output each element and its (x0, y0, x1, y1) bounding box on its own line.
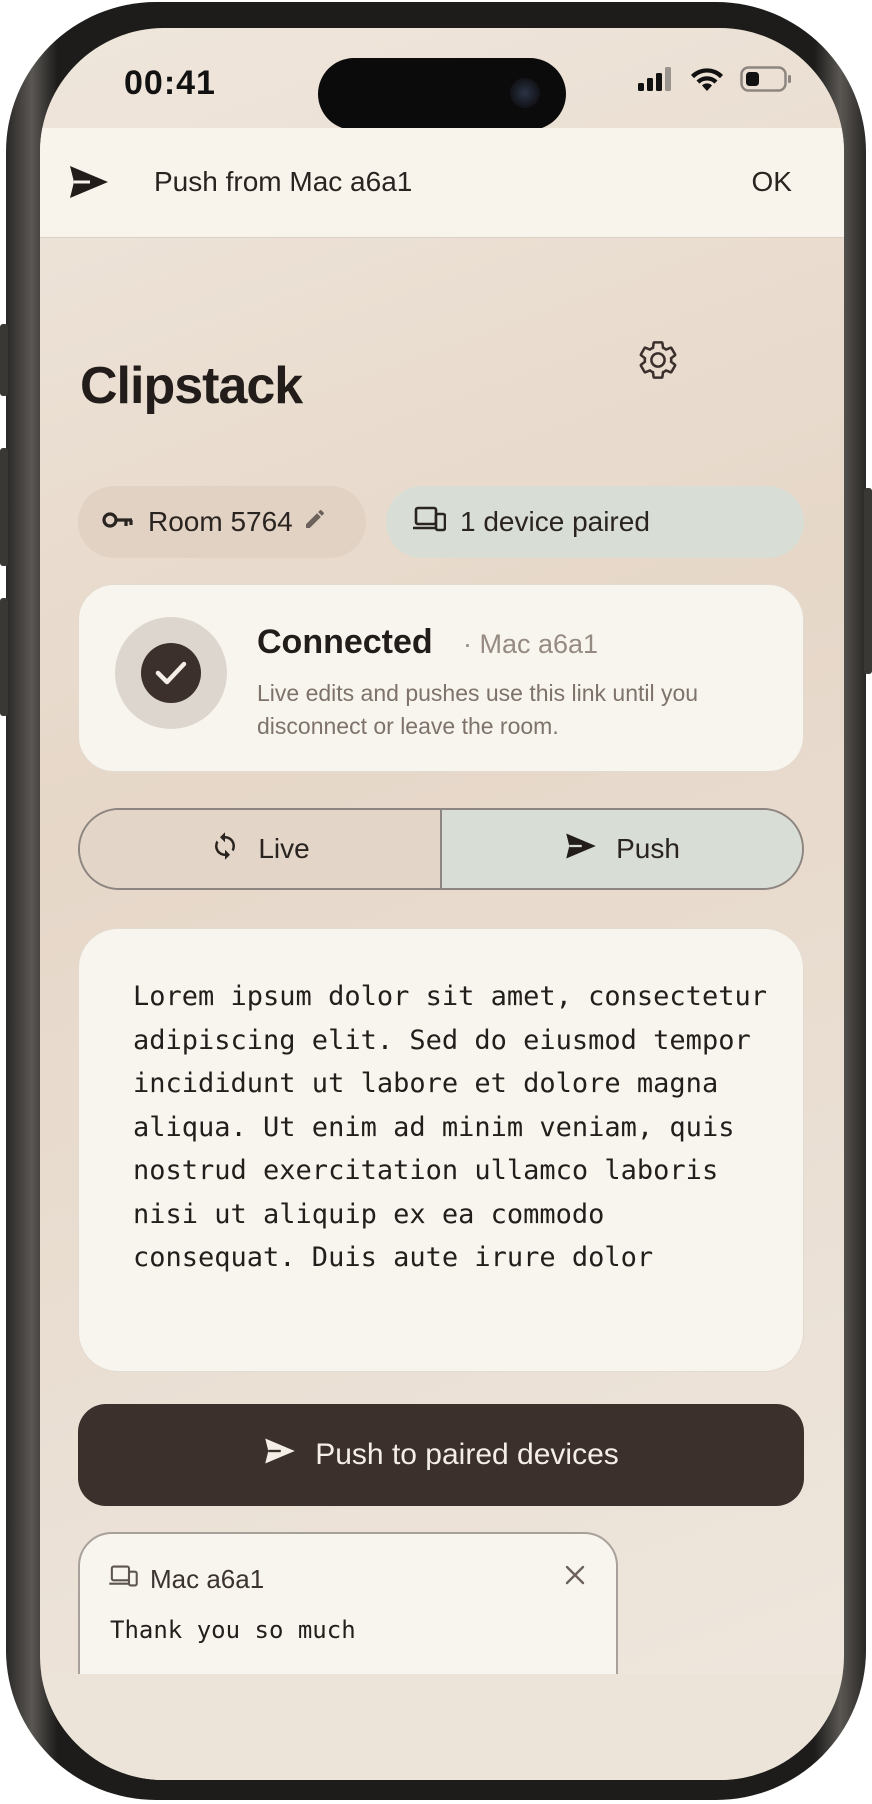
notification-ok-button[interactable]: OK (752, 166, 792, 198)
send-icon (564, 832, 598, 867)
devices-chip[interactable]: 1 device paired (386, 486, 804, 558)
phone-frame: 00:41 Push from Mac a6a1 OK Clipstack Ro… (0, 2, 872, 1800)
devices-icon (412, 505, 447, 540)
clip-text: Thank you so much (110, 1616, 356, 1644)
mode-toggle: Live Push (78, 808, 804, 890)
send-icon (68, 164, 110, 205)
screen: 00:41 Push from Mac a6a1 OK Clipstack Ro… (40, 28, 844, 1780)
status-bar: 00:41 (40, 28, 844, 130)
clip-source: Mac a6a1 (108, 1564, 264, 1595)
push-button-label: Push to paired devices (315, 1438, 619, 1471)
mode-push-button[interactable]: Push (442, 810, 802, 888)
silent-switch (0, 324, 8, 396)
connection-title: Connected (257, 623, 433, 661)
signal-icon (638, 67, 671, 91)
mode-live-button[interactable]: Live (80, 810, 442, 888)
connection-status-card: Connected · Mac a6a1 Live edits and push… (78, 584, 804, 772)
send-icon (263, 1437, 297, 1473)
dynamic-island (318, 58, 566, 130)
close-icon[interactable] (564, 1564, 586, 1591)
status-indicator (115, 617, 227, 729)
status-icons (638, 66, 792, 92)
clip-editor-text[interactable]: Lorem ipsum dolor sit amet, consectetur … (133, 975, 773, 1339)
devices-label: 1 device paired (460, 506, 650, 537)
app-title: Clipstack (80, 357, 303, 415)
push-to-devices-button[interactable]: Push to paired devices (78, 1404, 804, 1506)
room-chip[interactable]: Room 5764 (78, 486, 366, 558)
gear-icon[interactable] (636, 338, 680, 387)
connection-description: Live edits and pushes use this link unti… (257, 680, 699, 739)
volume-up-button (0, 448, 8, 566)
clip-editor[interactable]: Lorem ipsum dolor sit amet, consectetur … (78, 928, 804, 1372)
room-label: Room 5764 (148, 506, 293, 537)
battery-icon (740, 66, 791, 92)
mode-live-label: Live (258, 833, 310, 864)
pencil-icon[interactable] (303, 506, 327, 538)
bottom-area (40, 1674, 844, 1780)
wifi-icon (691, 68, 723, 91)
notification-text: Push from Mac a6a1 (154, 166, 413, 197)
status-time: 00:41 (124, 64, 216, 102)
push-notification-banner[interactable]: Push from Mac a6a1 OK (40, 128, 844, 238)
power-button (864, 488, 872, 674)
clip-device-name: Mac a6a1 (150, 1564, 265, 1594)
connection-peer: · Mac a6a1 (463, 629, 599, 659)
front-camera (510, 78, 540, 108)
volume-down-button (0, 598, 8, 716)
check-icon (141, 643, 201, 703)
mode-push-label: Push (616, 833, 680, 864)
key-icon (102, 506, 134, 538)
devices-icon (108, 1564, 138, 1595)
sync-icon (210, 831, 240, 868)
